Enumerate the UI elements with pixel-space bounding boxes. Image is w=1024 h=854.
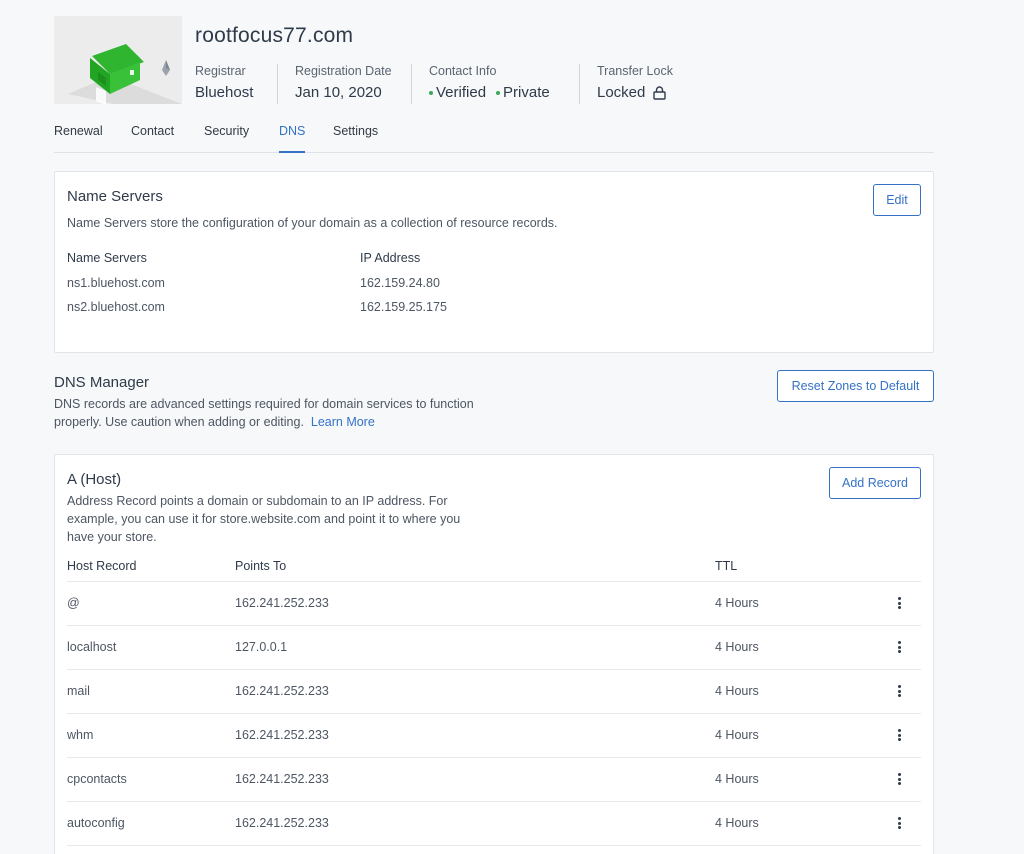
host-record-cell: autoconfig (67, 816, 125, 830)
reset-zones-button[interactable]: Reset Zones to Default (777, 370, 934, 402)
points-to-cell: 127.0.0.1 (235, 640, 288, 654)
kebab-menu-icon[interactable] (893, 726, 905, 744)
name-servers-card: Name Servers Name Servers store the conf… (54, 171, 934, 353)
kebab-menu-icon[interactable] (893, 638, 905, 656)
registration-date-label: Registration Date (295, 64, 392, 78)
contact-info: Contact Info Verified Private (411, 64, 550, 104)
contact-info-value: Verified Private (429, 84, 550, 101)
domain-tabs: Renewal Contact Security DNS Settings (54, 123, 934, 153)
domain-header: rootfocus77.com Registrar Bluehost Regis… (54, 16, 934, 108)
kebab-menu-icon[interactable] (893, 682, 905, 700)
registrar-info: Registrar Bluehost (195, 64, 253, 101)
contact-verified: Verified (436, 84, 487, 101)
tab-contact[interactable]: Contact (131, 124, 174, 153)
points-to-cell: 162.241.252.233 (235, 728, 329, 742)
host-record-cell: localhost (67, 640, 117, 654)
kebab-menu-icon[interactable] (893, 594, 905, 612)
table-row: localhost 127.0.0.1 4 Hours (67, 625, 921, 669)
name-servers-title: Name Servers (67, 188, 163, 205)
kebab-menu-icon[interactable] (893, 770, 905, 788)
name-servers-description: Name Servers store the configuration of … (67, 216, 558, 230)
dns-manager-description-text: DNS records are advanced settings requir… (54, 397, 474, 429)
ttl-cell: 4 Hours (715, 640, 759, 654)
a-host-description: Address Record points a domain or subdom… (67, 494, 461, 544)
ttl-column-header: TTL (715, 559, 738, 573)
tab-dns[interactable]: DNS (279, 124, 306, 153)
meta-divider (277, 64, 278, 104)
points-to-cell: 162.241.252.233 (235, 596, 329, 610)
table-row: mail 162.241.252.233 4 Hours (67, 669, 921, 713)
tab-settings[interactable]: Settings (333, 124, 378, 153)
name-servers-column-header: Name Servers (67, 251, 147, 265)
status-dot-icon (496, 90, 501, 95)
host-record-cell: @ (67, 596, 80, 610)
meta-divider (579, 64, 580, 104)
ip-address-column-header: IP Address (360, 251, 421, 265)
registrar-label: Registrar (195, 64, 246, 78)
points-to-cell: 162.241.252.233 (235, 772, 329, 786)
table-row: whm 162.241.252.233 4 Hours (67, 713, 921, 757)
domain-logo (54, 16, 182, 104)
registration-date-value: Jan 10, 2020 (295, 84, 382, 101)
transfer-lock-label: Transfer Lock (597, 64, 673, 78)
registration-date-info: Registration Date Jan 10, 2020 (277, 64, 392, 104)
dns-manager-description: DNS records are advanced settings requir… (54, 395, 494, 431)
tab-renewal[interactable]: Renewal (54, 124, 103, 153)
ttl-cell: 4 Hours (715, 684, 759, 698)
table-row (67, 845, 921, 854)
ttl-cell: 4 Hours (715, 728, 759, 742)
host-record-cell: mail (67, 684, 90, 698)
add-record-button[interactable]: Add Record (829, 467, 921, 499)
transfer-lock-value: Locked (597, 84, 673, 101)
status-dot-icon (429, 90, 433, 95)
domain-name: rootfocus77.com (195, 24, 354, 47)
points-to-cell: 162.241.252.233 (235, 684, 329, 698)
ip-address-value: 162.159.24.80 (360, 276, 440, 290)
table-row: cpcontacts 162.241.252.233 4 Hours (67, 757, 921, 801)
host-record-column-header: Host Record (67, 559, 137, 573)
kebab-menu-icon[interactable] (893, 814, 905, 832)
transfer-lock-status: Locked (597, 84, 646, 101)
dns-manager-title: DNS Manager (54, 374, 150, 391)
ttl-cell: 4 Hours (715, 816, 759, 830)
name-server-value: ns1.bluehost.com (67, 276, 165, 290)
transfer-lock-info: Transfer Lock Locked (579, 64, 673, 104)
table-row: @ 162.241.252.233 4 Hours (67, 581, 921, 625)
contact-info-label: Contact Info (429, 64, 497, 78)
green-house-icon (68, 44, 182, 104)
meta-divider (411, 64, 412, 104)
lock-icon (653, 85, 667, 100)
ttl-cell: 4 Hours (715, 596, 759, 610)
registrar-value: Bluehost (195, 84, 254, 101)
host-record-cell: cpcontacts (67, 772, 127, 786)
name-server-value: ns2.bluehost.com (67, 300, 165, 314)
ip-address-value: 162.159.25.175 (360, 300, 447, 314)
points-to-column-header: Points To (235, 559, 287, 573)
contact-private: Private (503, 84, 550, 101)
table-row: autoconfig 162.241.252.233 4 Hours (67, 801, 921, 845)
a-host-title: A (Host) (67, 471, 122, 488)
points-to-cell: 162.241.252.233 (235, 816, 329, 830)
tab-security[interactable]: Security (204, 124, 249, 153)
learn-more-link[interactable]: Learn More (311, 415, 375, 429)
edit-name-servers-button[interactable]: Edit (873, 184, 921, 216)
host-record-cell: whm (67, 728, 94, 742)
a-host-card: A (Host) Address Record points a domain … (54, 454, 934, 854)
ttl-cell: 4 Hours (715, 772, 759, 786)
